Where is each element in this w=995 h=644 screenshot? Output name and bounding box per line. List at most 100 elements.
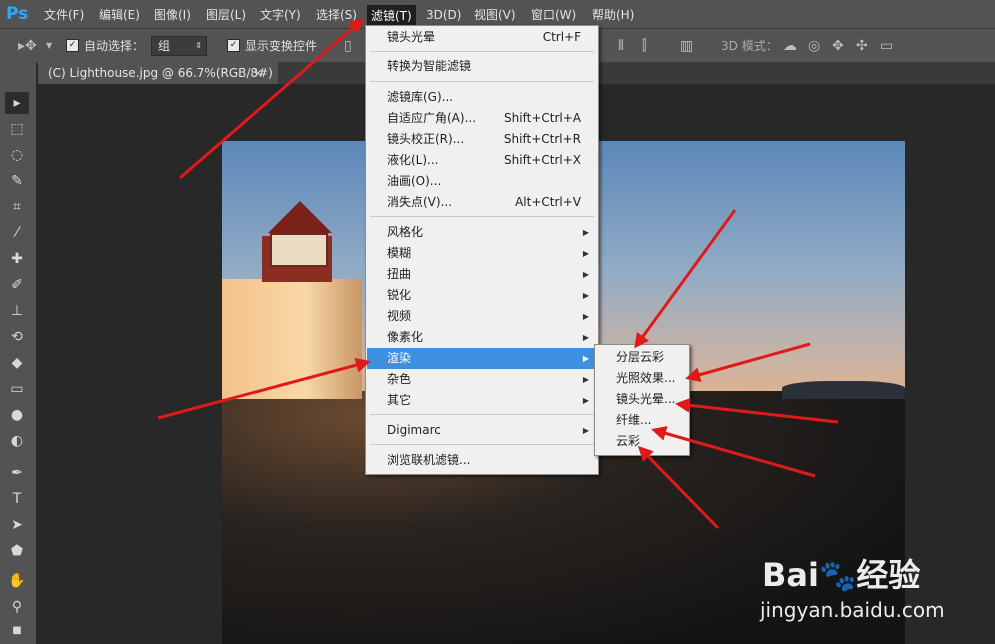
document-title: (C) Lighthouse.jpg @ 66.7%(RGB/8#) <box>48 66 273 80</box>
move-tool-icon[interactable]: ▸✥ <box>18 38 37 54</box>
menu-item-convert-smart-filter[interactable]: 转换为智能滤镜 <box>367 56 597 77</box>
menu-item-noise[interactable]: 杂色 ▶ <box>367 369 597 390</box>
submenu-arrow-icon: ▶ <box>582 333 589 342</box>
submenu-item-clouds[interactable]: 云彩 <box>596 431 688 452</box>
menu-item-lens-correction[interactable]: 镜头校正(R)... Shift+Ctrl+R <box>367 129 597 150</box>
menu-help[interactable]: 帮助(H) <box>592 6 634 24</box>
submenu-item-fibers[interactable]: 纤维... <box>596 410 688 431</box>
eyedropper-tool-icon[interactable]: ⁄ <box>5 222 29 244</box>
brush-tool-icon[interactable]: ✐ <box>5 274 29 296</box>
submenu-arrow-icon: ▶ <box>582 396 589 405</box>
auto-select-value: 组 <box>158 39 171 53</box>
document-tab[interactable]: (C) Lighthouse.jpg @ 66.7%(RGB/8#) × <box>38 62 278 84</box>
quick-select-tool-icon[interactable]: ✎ <box>5 170 29 192</box>
close-icon[interactable]: × <box>253 62 263 84</box>
type-tool-icon[interactable]: T <box>5 488 29 510</box>
menu-item-other[interactable]: 其它 ▶ <box>367 390 597 411</box>
menu-item-stylize[interactable]: 风格化 ▶ <box>367 222 597 243</box>
color-swatch-icon[interactable]: ■ <box>5 620 29 642</box>
pen-tool-icon[interactable]: ✒ <box>5 462 29 484</box>
render-submenu: 分层云彩 光照效果... 镜头光晕... 纤维... 云彩 <box>594 344 690 456</box>
3d-roll-icon[interactable]: ◎ <box>808 38 820 54</box>
shape-tool-icon[interactable]: ⬟ <box>5 540 29 562</box>
menu-item-video[interactable]: 视频 ▶ <box>367 306 597 327</box>
marquee-tool-icon[interactable]: ⬚ <box>5 118 29 140</box>
paw-icon: 🐾 <box>818 559 857 594</box>
menu-separator <box>370 414 594 415</box>
menu-edit[interactable]: 编辑(E) <box>99 6 140 24</box>
menu-view[interactable]: 视图(V) <box>474 6 516 24</box>
watermark-brand: Bai🐾经验 <box>762 550 920 596</box>
menu-item-oil-paint[interactable]: 油画(O)... <box>367 171 597 192</box>
submenu-item-lighting-effects[interactable]: 光照效果... <box>596 368 688 389</box>
submenu-arrow-icon: ▶ <box>582 291 589 300</box>
submenu-item-lens-flare[interactable]: 镜头光晕... <box>596 389 688 410</box>
menu-separator <box>370 51 594 52</box>
crop-tool-icon[interactable]: ⌗ <box>5 196 29 218</box>
3d-slide-icon[interactable]: ✣ <box>856 38 868 54</box>
3d-drag-icon[interactable]: ✥ <box>832 38 844 54</box>
menu-item-liquify[interactable]: 液化(L)... Shift+Ctrl+X <box>367 150 597 171</box>
filter-menu: 镜头光晕 Ctrl+F 转换为智能滤镜 滤镜库(G)... 自适应广角(A)...… <box>365 25 599 475</box>
menu-item-filter-gallery[interactable]: 滤镜库(G)... <box>367 87 597 108</box>
history-brush-tool-icon[interactable]: ⟲ <box>5 326 29 348</box>
menu-item-vanishing-point[interactable]: 消失点(V)... Alt+Ctrl+V <box>367 192 597 213</box>
align-icon[interactable]: ▯ <box>344 38 352 54</box>
move-tool-icon[interactable]: ▸ <box>5 92 29 114</box>
show-transform-label: 显示变换控件 <box>245 39 318 53</box>
watermark-bai: Bai <box>762 556 819 594</box>
watermark-jingyan: 经验 <box>856 556 921 594</box>
menu-separator <box>370 216 594 217</box>
healing-brush-tool-icon[interactable]: ✚ <box>5 248 29 270</box>
auto-select-checkbox[interactable]: ✓ <box>66 39 79 52</box>
menu-item-sharpen[interactable]: 锐化 ▶ <box>367 285 597 306</box>
eraser-tool-icon[interactable]: ◆ <box>5 352 29 374</box>
menu-3d[interactable]: 3D(D) <box>426 6 461 24</box>
3d-rotate-icon[interactable]: ☁ <box>783 38 797 54</box>
menu-item-adaptive-wide-angle[interactable]: 自适应广角(A)... Shift+Ctrl+A <box>367 108 597 129</box>
menu-item-blur[interactable]: 模糊 ▶ <box>367 243 597 264</box>
menu-layer[interactable]: 图层(L) <box>206 6 246 24</box>
gradient-tool-icon[interactable]: ▭ <box>5 378 29 400</box>
lighthouse-wall <box>222 279 362 399</box>
menu-item-render[interactable]: 渲染 ▶ <box>367 348 597 369</box>
menu-select[interactable]: 选择(S) <box>316 6 357 24</box>
submenu-arrow-icon: ▶ <box>582 249 589 258</box>
dodge-tool-icon[interactable]: ◐ <box>5 430 29 452</box>
distribute-horizontal-icon[interactable]: ⫴ <box>618 38 624 54</box>
submenu-item-difference-clouds[interactable]: 分层云彩 <box>596 347 688 368</box>
blur-tool-icon[interactable]: ● <box>5 404 29 426</box>
submenu-arrow-icon: ▶ <box>582 270 589 279</box>
lighthouse-window <box>270 233 328 267</box>
lighthouse-roof <box>268 201 332 233</box>
show-transform-checkbox[interactable]: ✓ <box>227 39 240 52</box>
watermark-url: jingyan.baidu.com <box>760 598 945 622</box>
menu-item-distort[interactable]: 扭曲 ▶ <box>367 264 597 285</box>
auto-align-icon[interactable]: ▥ <box>680 38 693 54</box>
submenu-arrow-icon: ▶ <box>582 312 589 321</box>
menu-item-pixelate[interactable]: 像素化 ▶ <box>367 327 597 348</box>
select-arrows-icon: ⇕ <box>195 41 202 50</box>
menu-item-browse-online-filters[interactable]: 浏览联机滤镜... <box>367 450 597 471</box>
path-select-tool-icon[interactable]: ➤ <box>5 514 29 536</box>
tools-panel: ▸ ⬚ ◌ ✎ ⌗ ⁄ ✚ ✐ ⊥ ⟲ ◆ ▭ ● ◐ ✒ T ➤ ⬟ ✋ ⚲ … <box>0 62 37 644</box>
auto-select-dropdown[interactable]: 组 ⇕ <box>151 36 207 56</box>
distribute-vertical-icon[interactable]: ⫿ <box>642 38 646 54</box>
photoshop-logo: Ps <box>6 4 29 24</box>
hand-tool-icon[interactable]: ✋ <box>5 570 29 592</box>
3d-scale-icon[interactable]: ▭ <box>880 38 893 54</box>
submenu-arrow-icon: ▶ <box>582 228 589 237</box>
stamp-tool-icon[interactable]: ⊥ <box>5 300 29 322</box>
chevron-down-icon[interactable]: ▼ <box>46 38 52 54</box>
menu-window[interactable]: 窗口(W) <box>531 6 576 24</box>
menu-item-digimarc[interactable]: Digimarc ▶ <box>367 420 597 441</box>
islands <box>782 381 905 399</box>
menu-item-last-filter[interactable]: 镜头光晕 Ctrl+F <box>367 27 597 48</box>
menu-file[interactable]: 文件(F) <box>44 6 84 24</box>
menu-filter[interactable]: 滤镜(T) <box>367 5 416 27</box>
zoom-tool-icon[interactable]: ⚲ <box>5 596 29 618</box>
menu-type[interactable]: 文字(Y) <box>260 6 301 24</box>
lasso-tool-icon[interactable]: ◌ <box>5 144 29 166</box>
auto-select-label: 自动选择： <box>84 39 145 53</box>
menu-image[interactable]: 图像(I) <box>154 6 191 24</box>
